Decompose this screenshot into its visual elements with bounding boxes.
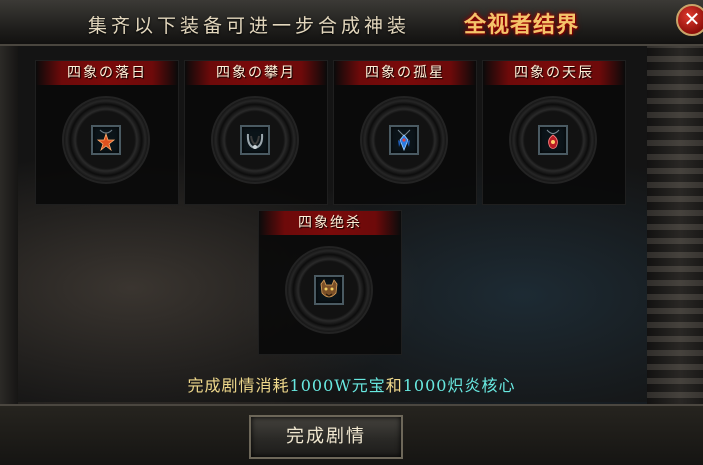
equipment-card: 四象の落日 [35,60,179,205]
equipment-ring [211,96,299,184]
cost-core: 1000炽炎核心 [402,376,516,395]
equipment-name: 四象の落日 [36,61,178,85]
red-gem-pendant-icon [546,129,560,149]
equipment-card: 四象绝杀 [258,210,402,355]
cost-ingot: 1000W元宝 [289,376,386,395]
equipment-slot[interactable] [314,275,344,305]
equipment-ring [360,96,448,184]
equipment-ring [285,246,373,334]
equipment-card: 四象の孤星 [333,60,477,205]
equipment-name: 四象の攀月 [185,61,327,85]
equipment-name: 四象の天辰 [483,61,625,85]
equipment-slot[interactable] [389,125,419,155]
cost-connector: 和 [385,376,403,395]
equipment-ring [62,96,150,184]
equipment-card: 四象の天辰 [482,60,626,205]
equipment-slot[interactable] [91,125,121,155]
dark-horn-necklace-icon [246,133,264,150]
close-button[interactable]: ✕ [676,4,703,36]
equipment-card: 四象の攀月 [184,60,328,205]
complete-story-button[interactable]: 完成剧情 [249,415,403,459]
frame-left [0,40,18,465]
equipment-slot[interactable] [538,125,568,155]
dialog-window: 集齐以下装备可进一步合成神装 全视者结界 ✕ 四象の落日 四象の攀月 四象の孤星… [0,0,703,465]
equipment-slot[interactable] [240,125,270,155]
equipment-name: 四象绝杀 [259,211,401,235]
orange-star-pendant-icon [96,129,116,152]
set-name-title: 全视者结界 [464,12,580,38]
equipment-ring [509,96,597,184]
equipment-name: 四象の孤星 [334,61,476,85]
cost-description: 完成剧情消耗1000W元宝和1000炽炎核心 [0,372,703,396]
blue-gem-pendant-icon [397,129,411,152]
dialog-title: 集齐以下装备可进一步合成神装 [88,15,411,37]
cost-prefix: 完成剧情消耗 [187,376,290,395]
demon-mask-icon [320,279,338,298]
